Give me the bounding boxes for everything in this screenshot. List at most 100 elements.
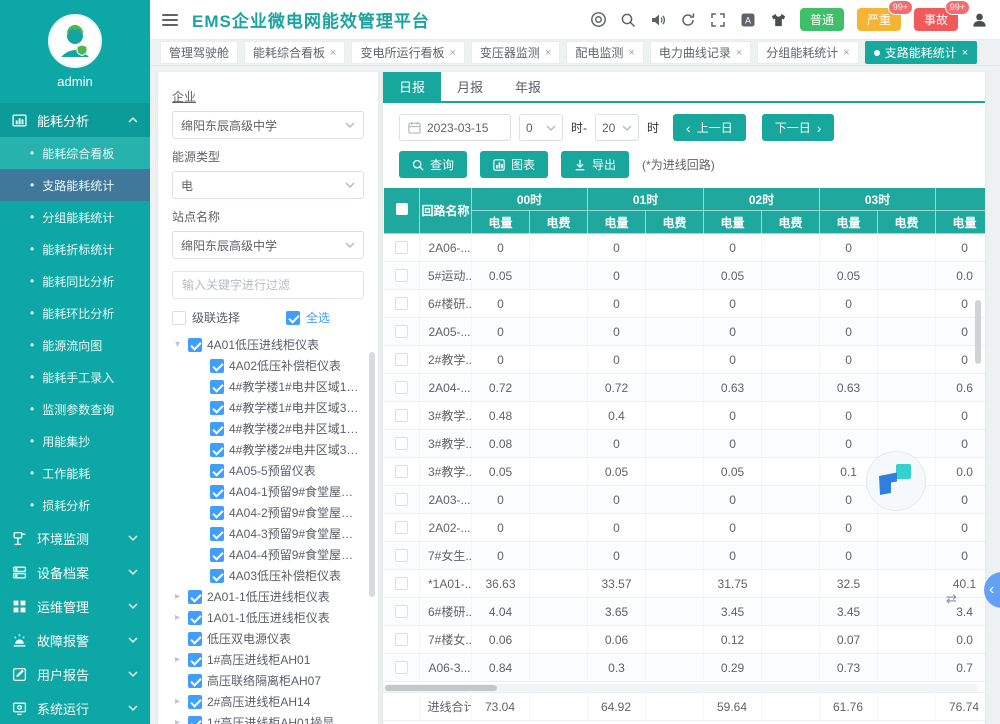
tree-checkbox[interactable] [210,548,224,562]
tree-item[interactable]: 低压双电源仪表 [172,628,364,649]
tree-item-label[interactable]: 4A04-2预留9#食堂屋顶空调机组仪表 [229,504,364,521]
tab-close-icon[interactable]: × [843,47,849,59]
tree-checkbox[interactable] [188,338,202,352]
row-checkbox[interactable] [395,353,408,366]
sidebar-item[interactable]: •能耗同比分析 [0,265,150,297]
nav-tab[interactable]: 配电监测× [566,41,643,64]
tree-item-label[interactable]: 2A01-1低压进线柜仪表 [207,588,330,605]
nav-tab[interactable]: 管理驾驶舱 [160,41,238,64]
tree-checkbox[interactable] [210,380,224,394]
row-checkbox[interactable] [395,549,408,562]
tree-checkbox[interactable] [210,443,224,457]
sidebar-item[interactable]: •分组能耗统计 [0,201,150,233]
tree-item-label[interactable]: 1A01-1低压进线柜仪表 [207,609,330,626]
sidebar-item[interactable]: •损耗分析 [0,489,150,521]
tree-item-label[interactable]: 4A04-1预留9#食堂屋顶空调机组仪表 [229,483,364,500]
vertical-scrollbar[interactable] [975,300,981,364]
tree-item[interactable]: 4A03低压补偿柜仪表 [172,565,364,586]
nav-tab[interactable]: 变压器监测× [471,41,560,64]
site-select[interactable]: 绵阳东辰高级中学 [172,231,364,259]
tree-item[interactable]: 4A04-3预留9#食堂屋顶空调机组仪表 [172,523,364,544]
nav-tab[interactable]: 分组能耗统计× [757,41,858,64]
row-checkbox[interactable] [395,325,408,338]
tree-item[interactable]: 4A04-1预留9#食堂屋顶空调机组仪表 [172,481,364,502]
tab-close-icon[interactable]: × [736,47,742,59]
tree-checkbox[interactable] [210,464,224,478]
sidebar-item[interactable]: •支路能耗统计 [0,169,150,201]
tree-item[interactable]: 4A04-4预留9#食堂屋顶空调机组仪表 [172,544,364,565]
tree-item[interactable]: 4A04-2预留9#食堂屋顶空调机组仪表 [172,502,364,523]
sidebar-item[interactable]: •能耗折标统计 [0,233,150,265]
theme-icon[interactable] [770,11,787,28]
tree-item-label[interactable]: 4A04-4预留9#食堂屋顶空调机组仪表 [229,546,364,563]
row-checkbox[interactable] [395,577,408,590]
sidebar-item[interactable]: •工作能耗 [0,457,150,489]
row-checkbox[interactable] [395,381,408,394]
tree-item-label[interactable]: 4A02低压补偿柜仪表 [229,357,341,374]
tree-checkbox[interactable] [210,401,224,415]
sidebar-group[interactable]: 系统运行 [0,691,150,724]
nav-tab[interactable]: 电力曲线记录× [650,41,751,64]
row-checkbox[interactable] [395,269,408,282]
chart-button[interactable]: 图表 [480,151,548,178]
row-checkbox[interactable] [395,409,408,422]
nav-tab[interactable]: 支路能耗统计× [865,41,977,64]
tree-item[interactable]: 高压联络隔离柜AH07 [172,670,364,691]
sidebar-item[interactable]: •能耗环比分析 [0,297,150,329]
tree-item-label[interactable]: 4#教学楼2#电井区域3至6层动力仪表 [229,441,364,458]
row-checkbox[interactable] [395,633,408,646]
select-all-column[interactable] [384,188,420,234]
date-picker[interactable]: 2023-03-15 [399,114,511,141]
tree-scrollbar[interactable] [369,352,375,597]
tree-item-label[interactable]: 4#教学楼1#电井区域3至5层动力仪表 [229,399,364,416]
row-checkbox[interactable] [395,297,408,310]
tree-item[interactable]: ▾4A01低压进线柜仪表 [172,334,364,355]
hour-to-select[interactable]: 20 [595,114,639,141]
tree-item[interactable]: 4#教学楼2#电井区域3至6层动力仪表 [172,439,364,460]
select-all-checkbox[interactable] [286,311,300,325]
search-icon[interactable] [620,11,637,28]
fullscreen-icon[interactable] [710,11,727,28]
row-checkbox[interactable] [395,521,408,534]
export-button[interactable]: 导出 [561,151,629,178]
row-checkbox[interactable] [395,437,408,450]
tab-close-icon[interactable]: × [449,47,455,59]
row-checkbox[interactable] [395,241,408,254]
report-tab[interactable]: 年报 [499,72,557,101]
nav-tab[interactable]: 能耗综合看板× [244,41,345,64]
sidebar-group[interactable]: 环境监测 [0,521,150,555]
horizontal-scrollbar[interactable] [383,684,977,692]
tree-checkbox[interactable] [188,653,202,667]
tree-checkbox[interactable] [210,359,224,373]
tree-expand-icon[interactable]: ▸ [172,654,183,665]
nav-tab[interactable]: 变电所运行看板× [351,41,464,64]
record-icon[interactable] [590,11,607,28]
tree-checkbox[interactable] [188,611,202,625]
tab-close-icon[interactable]: × [545,47,551,59]
next-day-button[interactable]: 下一日 › [762,114,835,141]
tab-close-icon[interactable]: × [628,47,634,59]
prev-day-button[interactable]: ‹ 上一日 [673,114,746,141]
tree-item[interactable]: ▸1#高压进线柜AH01 [172,649,364,670]
cascade-checkbox[interactable] [172,311,186,325]
tree-item-label[interactable]: 4A01低压进线柜仪表 [207,336,319,353]
tree-item[interactable]: ▸1A01-1低压进线柜仪表 [172,607,364,628]
refresh-icon[interactable] [680,11,697,28]
select-all-checkbox[interactable] [396,203,408,215]
user-icon[interactable] [971,11,988,28]
tree-checkbox[interactable] [210,506,224,520]
tree-checkbox[interactable] [188,590,202,604]
row-checkbox[interactable] [395,465,408,478]
alarm-badge[interactable]: 普通 [800,8,844,31]
report-tab[interactable]: 月报 [441,72,499,101]
tree-item-label[interactable]: 4A05-5预留仪表 [229,462,316,479]
collapse-float-button[interactable]: ‹ [984,572,1000,608]
sidebar-item[interactable]: •能耗手工录入 [0,361,150,393]
tree-item[interactable]: 4#教学楼2#电井区域1至2层动力仪表 [172,418,364,439]
tree-item[interactable]: ▸2A01-1低压进线柜仪表 [172,586,364,607]
sidebar-item[interactable]: •能耗综合看板 [0,137,150,169]
row-checkbox[interactable] [395,493,408,506]
tree-item-label[interactable]: 低压双电源仪表 [207,630,291,647]
tree-expand-icon[interactable]: ▸ [172,696,183,707]
tree-checkbox[interactable] [188,674,202,688]
